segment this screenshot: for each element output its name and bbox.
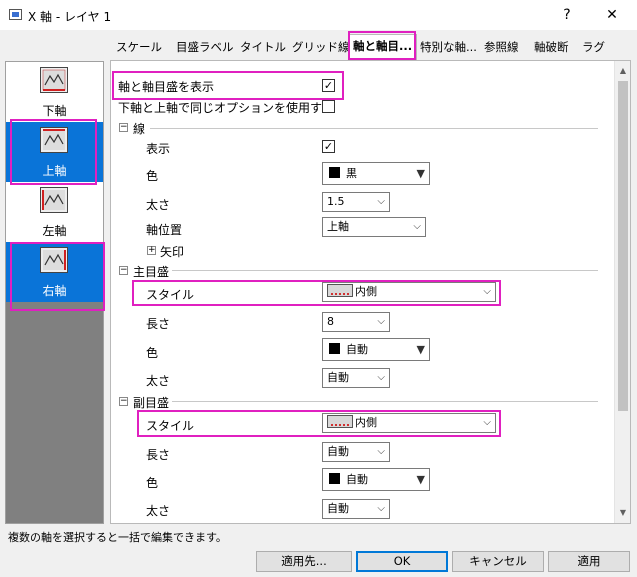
- highlight-right-axis: [10, 242, 105, 311]
- major-color-dropdown[interactable]: 自動 ▼: [322, 338, 430, 361]
- collapse-line-icon[interactable]: −: [119, 123, 128, 132]
- axis-bottom-icon: [40, 67, 68, 93]
- line-section-header: 線: [133, 122, 146, 136]
- major-thickness-dropdown[interactable]: 自動 ⌵: [322, 368, 390, 388]
- color-swatch: [329, 167, 340, 178]
- minor-color-dropdown[interactable]: 自動 ▼: [322, 468, 430, 491]
- major-length-dropdown[interactable]: 8 ⌵: [322, 312, 390, 332]
- tab-scale[interactable]: スケール: [112, 36, 166, 59]
- tab-title[interactable]: タイトル: [236, 36, 290, 59]
- highlight-active-tab: [348, 31, 416, 60]
- apply-to-button[interactable]: 適用先...: [256, 551, 352, 572]
- minor-thickness-label: 太さ: [146, 504, 171, 518]
- vertical-scrollbar[interactable]: ▲ ▼: [614, 61, 630, 523]
- collapse-minor-icon[interactable]: −: [119, 397, 128, 406]
- sidebar-item-label: 下軸: [42, 104, 67, 118]
- axis-position-label: 軸位置: [146, 223, 183, 237]
- sidebar-item-left-axis[interactable]: 左軸: [6, 182, 103, 242]
- sidebar-item-label: 左軸: [42, 224, 67, 238]
- major-thickness-label: 太さ: [146, 374, 171, 388]
- status-text: 複数の軸を選択すると一括で編集できます。: [8, 531, 227, 544]
- axis-left-icon: [40, 187, 68, 213]
- window-title: X 軸 - レイヤ 1: [28, 10, 112, 24]
- major-section-header: 主目盛: [133, 265, 170, 279]
- tab-special-axis[interactable]: 特別な軸...: [416, 36, 481, 59]
- window-icon: [9, 9, 22, 20]
- divider: [172, 401, 598, 402]
- axis-position-dropdown[interactable]: 上軸 ⌵: [322, 217, 426, 237]
- color-swatch: [329, 343, 340, 354]
- arrow-label: 矢印: [160, 245, 185, 259]
- cancel-button[interactable]: キャンセル: [452, 551, 544, 572]
- line-show-checkbox[interactable]: ✓: [322, 140, 335, 153]
- tab-tick-labels[interactable]: 目盛ラベル: [172, 36, 238, 59]
- minor-length-dropdown[interactable]: 自動 ⌵: [322, 442, 390, 462]
- divider: [150, 128, 598, 129]
- major-color-label: 色: [146, 346, 159, 360]
- apply-button[interactable]: 適用: [548, 551, 630, 572]
- divider: [172, 270, 598, 271]
- tab-grid-lines[interactable]: グリッド線: [288, 36, 354, 59]
- tab-axis-break[interactable]: 軸破断: [530, 36, 573, 59]
- tab-rug[interactable]: ラグ: [578, 36, 609, 59]
- sidebar-item-bottom-axis[interactable]: 下軸: [6, 62, 103, 122]
- help-button[interactable]: ?: [553, 4, 581, 26]
- highlight-show-axis: [112, 71, 344, 100]
- scroll-thumb[interactable]: [618, 81, 628, 411]
- same-option-label: 下軸と上軸で同じオプションを使用する: [118, 101, 335, 115]
- ok-button[interactable]: OK: [356, 551, 448, 572]
- color-swatch: [329, 473, 340, 484]
- collapse-major-icon[interactable]: −: [119, 266, 128, 275]
- close-button[interactable]: ✕: [598, 4, 626, 26]
- line-thickness-dropdown[interactable]: 1.5 ⌵: [322, 192, 390, 212]
- minor-length-label: 長さ: [146, 448, 171, 462]
- minor-thickness-dropdown[interactable]: 自動 ⌵: [322, 499, 390, 519]
- highlight-major-style: [132, 280, 501, 306]
- tab-reference-lines[interactable]: 参照線: [480, 36, 523, 59]
- minor-section-header: 副目盛: [133, 396, 170, 410]
- major-length-label: 長さ: [146, 317, 171, 331]
- highlight-top-axis: [10, 119, 97, 185]
- line-show-label: 表示: [146, 142, 171, 156]
- line-color-dropdown[interactable]: 黒 ▼: [322, 162, 430, 185]
- scroll-up-icon[interactable]: ▲: [615, 63, 631, 79]
- minor-color-label: 色: [146, 476, 159, 490]
- scroll-down-icon[interactable]: ▼: [615, 505, 631, 521]
- line-color-label: 色: [146, 169, 159, 183]
- highlight-minor-style: [137, 410, 501, 437]
- same-option-checkbox[interactable]: [322, 100, 335, 113]
- line-thickness-label: 太さ: [146, 198, 171, 212]
- expand-arrow-icon[interactable]: +: [147, 246, 156, 255]
